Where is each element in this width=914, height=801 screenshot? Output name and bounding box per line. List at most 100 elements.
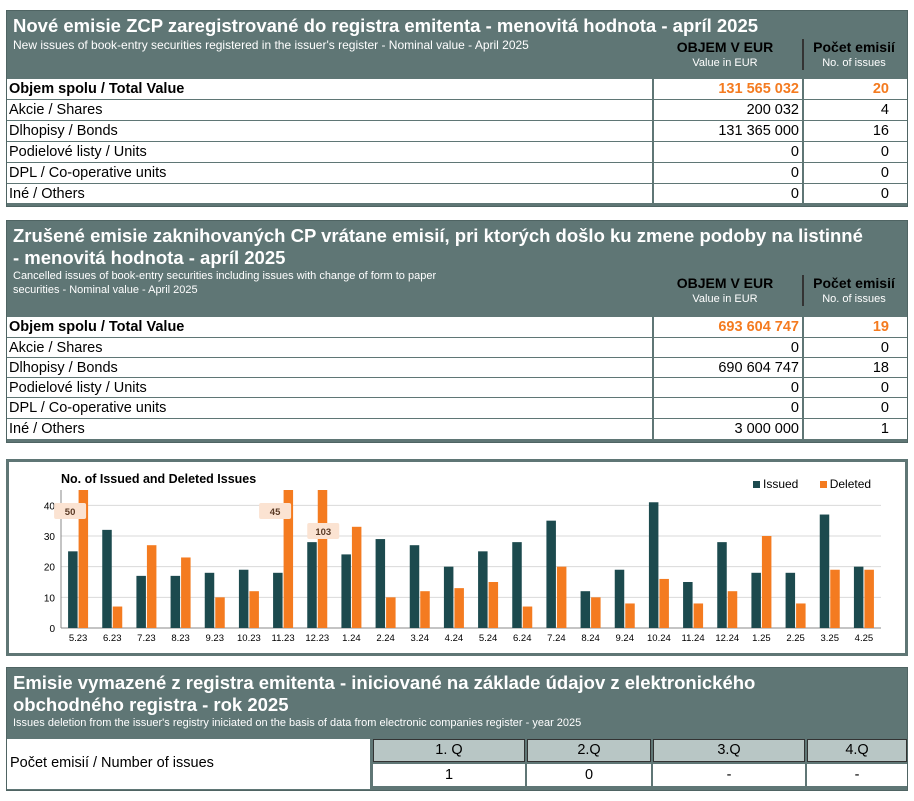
y-tick-label: 0 bbox=[49, 624, 55, 635]
bar-deleted-7.24 bbox=[556, 566, 567, 628]
bar-deleted-4.24 bbox=[454, 588, 464, 628]
column-divider bbox=[652, 317, 654, 439]
deleted-issues-title-line2: obchodného registra - rok 2025 bbox=[13, 694, 289, 715]
table-row: Dlhopisy / Bonds 690 604 747 18 bbox=[7, 357, 907, 377]
row-value: 690 604 747 bbox=[718, 360, 799, 376]
overflow-label: 50 bbox=[65, 507, 76, 518]
row-count: 0 bbox=[880, 340, 889, 356]
y-tick-label: 30 bbox=[44, 532, 56, 543]
x-tick-label: 12.24 bbox=[715, 633, 739, 644]
row-count: 0 bbox=[880, 186, 889, 202]
x-tick-label: 12.23 bbox=[305, 633, 329, 644]
x-tick-label: 11.23 bbox=[272, 633, 295, 644]
row-label: Dlhopisy / Bonds bbox=[9, 360, 118, 376]
bar-issued-6.23 bbox=[102, 529, 112, 628]
bar-issued-11.23 bbox=[273, 572, 283, 628]
quarter-header-q1: 1. Q bbox=[373, 739, 525, 762]
cancelled-issues-title-line2: - menovitá hodnota - apríl 2025 bbox=[13, 247, 286, 268]
row-label: DPL / Co-operative units bbox=[9, 165, 167, 181]
row-value: 0 bbox=[790, 340, 799, 356]
bar-issued-6.24 bbox=[512, 542, 522, 628]
x-tick-label: 4.24 bbox=[445, 633, 464, 644]
table-row: Iné / Others 3 000 000 1 bbox=[7, 418, 907, 438]
table-row: DPL / Co-operative units 0 0 bbox=[7, 397, 907, 417]
bar-deleted-6.23 bbox=[112, 606, 123, 628]
count-column-header: Počet emisií No. of issues bbox=[802, 39, 904, 70]
bar-deleted-1.24 bbox=[351, 526, 362, 628]
new-issues-panel: Nové emisie ZCP zaregistrované do regist… bbox=[6, 10, 908, 207]
x-tick-label: 9.24 bbox=[616, 633, 635, 644]
row-count: 1 bbox=[880, 421, 889, 437]
new-issues-table: Objem spolu / Total Value 131 565 032 20… bbox=[7, 79, 907, 203]
row-label: Dlhopisy / Bonds bbox=[9, 123, 118, 139]
row-label: Podielové listy / Units bbox=[9, 144, 147, 160]
quarter-label: 2.Q bbox=[577, 742, 601, 758]
bar-deleted-12.23 bbox=[317, 490, 328, 628]
bar-deleted-8.24 bbox=[591, 597, 601, 628]
row-value: 131 565 032 bbox=[718, 81, 799, 97]
row-count: 16 bbox=[872, 123, 889, 139]
bar-deleted-9.23 bbox=[215, 597, 225, 628]
quarter-value: 1 bbox=[444, 767, 454, 783]
count-column-header: Počet emisií No. of issues bbox=[802, 275, 904, 306]
quarter-header-q2: 2.Q bbox=[527, 739, 651, 762]
table-row: DPL / Co-operative units 0 0 bbox=[7, 162, 907, 182]
x-tick-label: 10.23 bbox=[237, 633, 261, 644]
bar-issued-5.24 bbox=[478, 551, 488, 628]
bar-issued-7.23 bbox=[136, 575, 146, 628]
x-tick-label: 4.25 bbox=[855, 633, 874, 644]
value-column-title: OBJEM V EUR bbox=[676, 39, 774, 55]
bar-deleted-12.24 bbox=[727, 591, 738, 628]
row-count: 0 bbox=[880, 380, 889, 396]
quarter-label: 1. Q bbox=[435, 742, 463, 758]
row-label: Akcie / Shares bbox=[9, 340, 103, 356]
quarter-label: 4.Q bbox=[845, 742, 869, 758]
bar-deleted-7.23 bbox=[146, 545, 157, 628]
row-count: 4 bbox=[880, 102, 889, 118]
overflow-label: 103 bbox=[315, 527, 331, 538]
row-count: 18 bbox=[872, 360, 889, 376]
x-tick-label: 6.24 bbox=[513, 633, 532, 644]
bar-deleted-2.24 bbox=[386, 597, 396, 628]
table-row: Dlhopisy / Bonds 131 365 000 16 bbox=[7, 120, 907, 140]
x-tick-label: 7.24 bbox=[547, 633, 566, 644]
bar-deleted-3.25 bbox=[830, 569, 840, 628]
quarter-label: 3.Q bbox=[717, 742, 741, 758]
table-row: Objem spolu / Total Value 131 565 032 20 bbox=[7, 79, 907, 99]
issues-chart-panel: No. of Issued and Deleted Issues Issued … bbox=[6, 459, 908, 656]
row-value: 0 bbox=[790, 165, 799, 181]
quarter-row-label-cell: Počet emisií / Number of issues bbox=[7, 739, 370, 789]
quarter-value-q4: - bbox=[807, 764, 907, 786]
row-value: 693 604 747 bbox=[718, 319, 799, 335]
bar-issued-12.24 bbox=[717, 542, 727, 628]
bar-issued-9.24 bbox=[614, 569, 625, 628]
table-row: Podielové listy / Units 0 0 bbox=[7, 377, 907, 397]
bar-deleted-3.24 bbox=[420, 591, 430, 628]
bar-deleted-9.24 bbox=[625, 603, 635, 628]
x-tick-label: 5.23 bbox=[69, 633, 88, 644]
bar-issued-9.23 bbox=[204, 572, 215, 628]
row-value: 200 032 bbox=[746, 102, 799, 118]
x-tick-label: 3.24 bbox=[411, 633, 430, 644]
overflow-label: 45 bbox=[270, 507, 281, 518]
row-value: 0 bbox=[790, 144, 799, 160]
count-column-subtitle: No. of issues bbox=[822, 293, 886, 305]
row-label: Objem spolu / Total Value bbox=[9, 81, 185, 97]
row-label: Akcie / Shares bbox=[9, 102, 103, 118]
quarter-value: - bbox=[726, 767, 732, 783]
x-tick-label: 3.25 bbox=[821, 633, 840, 644]
table-row: Podielové listy / Units 0 0 bbox=[7, 141, 907, 161]
column-divider bbox=[802, 79, 804, 203]
deleted-issues-title-line1: Emisie vymazené z registra emitenta - in… bbox=[13, 672, 756, 693]
cancelled-issues-panel: Zrušené emisie zaknihovaných CP vrátane … bbox=[6, 220, 908, 443]
bar-issued-1.25 bbox=[751, 572, 761, 628]
quarter-table: Počet emisií / Number of issues 1. Q 2.Q… bbox=[7, 739, 907, 789]
x-tick-label: 9.23 bbox=[206, 633, 225, 644]
x-tick-label: 1.25 bbox=[752, 633, 771, 644]
bar-deleted-10.24 bbox=[659, 578, 669, 628]
count-column-title: Počet emisií bbox=[813, 39, 895, 55]
table-row: Objem spolu / Total Value 693 604 747 19 bbox=[7, 317, 907, 337]
bar-deleted-4.25 bbox=[864, 569, 874, 628]
quarter-header-q4: 4.Q bbox=[807, 739, 907, 762]
row-value: 0 bbox=[790, 380, 799, 396]
